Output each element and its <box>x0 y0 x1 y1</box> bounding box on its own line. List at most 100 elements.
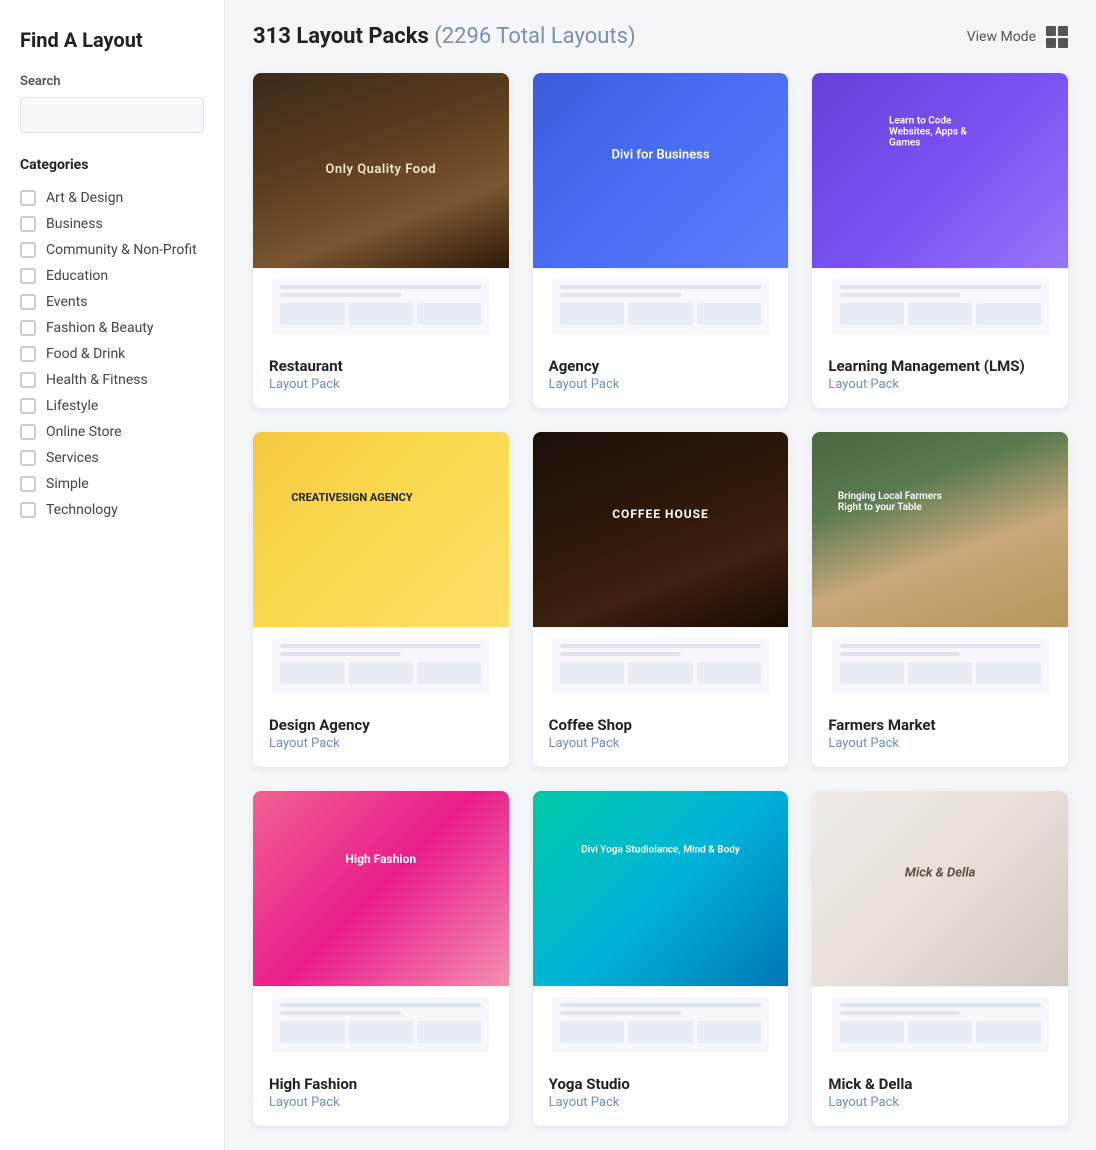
mockup-line-full <box>280 644 481 648</box>
card-image-preview-design-agency <box>253 432 509 627</box>
layout-card-agency[interactable]: Agency Layout Pack <box>533 73 789 408</box>
category-label-art-design: Art & Design <box>46 190 123 206</box>
mockup-col-3 <box>417 1021 481 1043</box>
card-pack-type-lms: Layout Pack <box>828 377 1052 392</box>
card-pack-type-design-agency: Layout Pack <box>269 736 493 751</box>
layout-card-yoga[interactable]: Yoga Studio Layout Pack <box>533 791 789 1126</box>
mockup-cols <box>840 662 1041 684</box>
layout-card-fashion[interactable]: High Fashion Layout Pack <box>253 791 509 1126</box>
mockup-col-1 <box>840 303 904 325</box>
layout-card-wedding[interactable]: Mick & Della Layout Pack <box>812 791 1068 1126</box>
view-mode-button[interactable] <box>1046 26 1068 48</box>
mockup-line-full <box>560 285 761 289</box>
mockup-line-short <box>560 652 681 656</box>
category-label-lifestyle: Lifestyle <box>46 398 98 414</box>
checkbox-health-fitness[interactable] <box>20 372 36 388</box>
card-preview-bottom-yoga <box>533 986 789 1061</box>
mockup-col-2 <box>349 662 413 684</box>
sidebar-item-community-nonprofit[interactable]: Community & Non-Profit <box>20 237 204 263</box>
categories-list: Art & Design Business Community & Non-Prof… <box>20 185 204 523</box>
sidebar-item-technology[interactable]: Technology <box>20 497 204 523</box>
card-info-yoga: Yoga Studio Layout Pack <box>533 1061 789 1126</box>
category-label-education: Education <box>46 268 108 284</box>
card-preview-bottom-farmers-market <box>812 627 1068 702</box>
mockup-col-3 <box>697 1021 761 1043</box>
mockup-cols <box>840 1021 1041 1043</box>
view-mode-label: View Mode <box>967 29 1036 45</box>
card-pack-name-agency: Agency <box>549 357 773 375</box>
checkbox-technology[interactable] <box>20 502 36 518</box>
layout-pack-count: 313 Layout Packs <box>253 24 429 49</box>
mockup-col-2 <box>908 303 972 325</box>
card-image-preview-farmers-market <box>812 432 1068 627</box>
category-label-online-store: Online Store <box>46 424 122 440</box>
card-pack-type-fashion: Layout Pack <box>269 1095 493 1110</box>
checkbox-business[interactable] <box>20 216 36 232</box>
card-image-restaurant <box>253 73 509 268</box>
layout-card-lms[interactable]: Learning Management (LMS) Layout Pack <box>812 73 1068 408</box>
checkbox-online-store[interactable] <box>20 424 36 440</box>
checkbox-lifestyle[interactable] <box>20 398 36 414</box>
sidebar-item-services[interactable]: Services <box>20 445 204 471</box>
card-info-restaurant: Restaurant Layout Pack <box>253 343 509 408</box>
mockup-col-2 <box>349 303 413 325</box>
layout-card-restaurant[interactable]: Restaurant Layout Pack <box>253 73 509 408</box>
sidebar-item-online-store[interactable]: Online Store <box>20 419 204 445</box>
card-image-preview-coffee-shop <box>533 432 789 627</box>
sidebar-item-simple[interactable]: Simple <box>20 471 204 497</box>
sidebar-item-lifestyle[interactable]: Lifestyle <box>20 393 204 419</box>
checkbox-services[interactable] <box>20 450 36 466</box>
sidebar: Find A Layout Search Categories Art & De… <box>0 0 225 1150</box>
checkbox-education[interactable] <box>20 268 36 284</box>
card-image-agency <box>533 73 789 268</box>
sidebar-item-business[interactable]: Business <box>20 211 204 237</box>
checkbox-community-nonprofit[interactable] <box>20 242 36 258</box>
card-image-preview-wedding <box>812 791 1068 986</box>
card-preview-bottom-agency <box>533 268 789 343</box>
card-preview-bottom-lms <box>812 268 1068 343</box>
mockup-col-3 <box>976 662 1040 684</box>
checkbox-art-design[interactable] <box>20 190 36 206</box>
sidebar-title: Find A Layout <box>20 28 204 52</box>
card-info-fashion: High Fashion Layout Pack <box>253 1061 509 1126</box>
card-info-agency: Agency Layout Pack <box>533 343 789 408</box>
card-image-lms <box>812 73 1068 268</box>
mockup-line-full <box>840 285 1041 289</box>
card-pack-type-wedding: Layout Pack <box>828 1095 1052 1110</box>
mockup-line-full <box>560 1003 761 1007</box>
card-image-preview-fashion <box>253 791 509 986</box>
category-label-community-nonprofit: Community & Non-Profit <box>46 242 197 258</box>
layout-card-coffee-shop[interactable]: Coffee Shop Layout Pack <box>533 432 789 767</box>
card-pack-name-farmers-market: Farmers Market <box>828 716 1052 734</box>
category-label-simple: Simple <box>46 476 89 492</box>
sidebar-item-food-drink[interactable]: Food & Drink <box>20 341 204 367</box>
card-image-preview-agency <box>533 73 789 268</box>
mockup-line-full <box>840 644 1041 648</box>
mockup-col-3 <box>976 303 1040 325</box>
layout-card-design-agency[interactable]: Design Agency Layout Pack <box>253 432 509 767</box>
search-input[interactable] <box>20 97 204 133</box>
layout-card-farmers-market[interactable]: Farmers Market Layout Pack <box>812 432 1068 767</box>
mockup-cols <box>560 662 761 684</box>
mockup-col-3 <box>417 662 481 684</box>
mockup-cols <box>280 662 481 684</box>
sidebar-item-art-design[interactable]: Art & Design <box>20 185 204 211</box>
mockup-cols <box>560 303 761 325</box>
card-pack-type-coffee-shop: Layout Pack <box>549 736 773 751</box>
checkbox-fashion-beauty[interactable] <box>20 320 36 336</box>
checkbox-food-drink[interactable] <box>20 346 36 362</box>
checkbox-events[interactable] <box>20 294 36 310</box>
sidebar-item-health-fitness[interactable]: Health & Fitness <box>20 367 204 393</box>
sidebar-item-education[interactable]: Education <box>20 263 204 289</box>
mockup-line-full <box>840 1003 1041 1007</box>
card-image-yoga <box>533 791 789 986</box>
card-mockup-fashion <box>272 997 489 1052</box>
checkbox-simple[interactable] <box>20 476 36 492</box>
card-pack-name-coffee-shop: Coffee Shop <box>549 716 773 734</box>
sidebar-item-fashion-beauty[interactable]: Fashion & Beauty <box>20 315 204 341</box>
mockup-line-short <box>280 652 401 656</box>
card-image-coffee-shop <box>533 432 789 627</box>
mockup-col-1 <box>280 303 344 325</box>
layout-grid: Restaurant Layout Pack Agen <box>253 73 1068 1126</box>
sidebar-item-events[interactable]: Events <box>20 289 204 315</box>
